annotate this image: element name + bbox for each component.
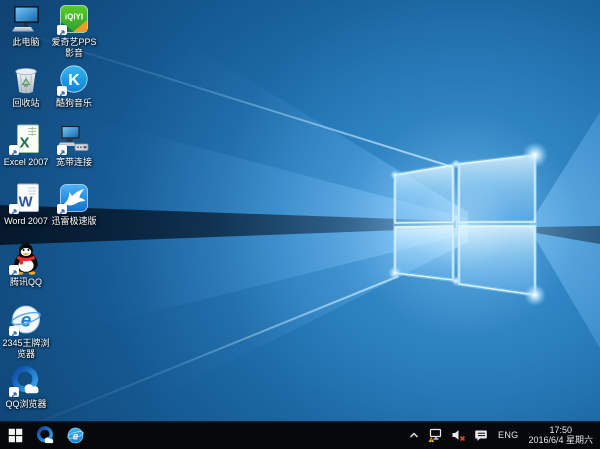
iqiyi-pps-icon: iQIYI (57, 2, 91, 36)
icon-label: 此电脑 (2, 37, 50, 48)
desktop-icon-word-2007[interactable]: W Word 2007 (2, 181, 50, 227)
windows-start-icon (8, 428, 23, 443)
icon-label: 宽带连接 (50, 157, 98, 168)
qq-penguin-icon (9, 242, 43, 276)
word-2007-icon: W (9, 181, 43, 215)
desktop-icon-qq-browser[interactable]: QQ浏览器 (2, 364, 50, 410)
shortcut-arrow-icon (9, 387, 19, 397)
shortcut-arrow-icon (9, 145, 19, 155)
icon-label: 迅雷极速版 (50, 216, 98, 227)
clock-time: 17:50 (528, 425, 593, 436)
desktop-icon-this-pc[interactable]: 此电脑 (2, 2, 50, 48)
clock-date: 2016/6/4 星期六 (528, 435, 593, 446)
icon-label: Word 2007 (2, 216, 50, 227)
qq-browser-icon (9, 364, 43, 398)
shortcut-arrow-icon (9, 326, 19, 336)
speaker-muted-icon (451, 428, 466, 442)
taskbar-qq-browser-button[interactable] (30, 421, 60, 449)
icon-label: 腾讯QQ (2, 277, 50, 288)
svg-text:iQIYI: iQIYI (65, 13, 83, 22)
desktop-icon-kugou-music[interactable]: K 酷狗音乐 (50, 63, 98, 109)
xunlei-bird-icon (57, 181, 91, 215)
volume-button[interactable] (447, 421, 470, 449)
icon-label: 回收站 (2, 98, 50, 109)
taskbar-e-browser-button[interactable]: e (60, 421, 90, 449)
svg-text:X: X (20, 135, 30, 152)
desktop-icon-tencent-qq[interactable]: 腾讯QQ (2, 242, 50, 288)
language-indicator[interactable]: ENG (492, 430, 524, 440)
network-status-button[interactable] (424, 421, 447, 449)
desktop-icon-excel-2007[interactable]: X Excel 2007 (2, 122, 50, 168)
desktop-icon-2345-browser[interactable]: e 2345王牌浏览器 (2, 303, 50, 360)
network-warning-icon (428, 428, 443, 443)
taskbar: e (0, 421, 600, 449)
e-browser-icon: e (9, 303, 43, 337)
icon-label: QQ浏览器 (2, 399, 50, 410)
desktop-icon-broadband-connection[interactable]: 宽带连接 (50, 122, 98, 168)
qq-browser-taskbar-icon (35, 425, 56, 446)
icon-label: 爱奇艺PPS 影音 (50, 37, 98, 59)
shortcut-arrow-icon (57, 145, 67, 155)
windows-desktop: 此电脑 iQIYI 爱奇艺PPS 影音 (0, 0, 600, 449)
shortcut-arrow-icon (57, 204, 67, 214)
shortcut-arrow-icon (9, 265, 19, 275)
kugou-music-icon: K (57, 63, 91, 97)
start-button[interactable] (0, 421, 30, 449)
chevron-up-icon (408, 429, 420, 441)
icon-label: 2345王牌浏览器 (2, 338, 50, 360)
icon-label: 酷狗音乐 (50, 98, 98, 109)
taskbar-clock[interactable]: 17:50 2016/6/4 星期六 (524, 425, 600, 446)
action-center-icon (474, 428, 488, 442)
desktop-icon-xunlei-speed[interactable]: 迅雷极速版 (50, 181, 98, 227)
icon-label: Excel 2007 (2, 157, 50, 168)
shortcut-arrow-icon (9, 204, 19, 214)
this-pc-icon (9, 2, 43, 36)
shortcut-arrow-icon (57, 25, 67, 35)
e-browser-taskbar-icon: e (66, 426, 85, 445)
action-center-button[interactable] (470, 421, 492, 449)
shortcut-arrow-icon (57, 86, 67, 96)
recycle-bin-icon (9, 63, 43, 97)
system-tray: ENG 17:50 2016/6/4 星期六 (404, 421, 600, 449)
svg-text:W: W (19, 194, 34, 211)
svg-text:K: K (68, 72, 80, 89)
excel-2007-icon: X (9, 122, 43, 156)
desktop-icon-recycle-bin[interactable]: 回收站 (2, 63, 50, 109)
broadband-connection-icon (57, 122, 91, 156)
desktop-icon-iqiyi-pps[interactable]: iQIYI 爱奇艺PPS 影音 (50, 2, 98, 59)
show-hidden-icons-button[interactable] (404, 421, 424, 449)
